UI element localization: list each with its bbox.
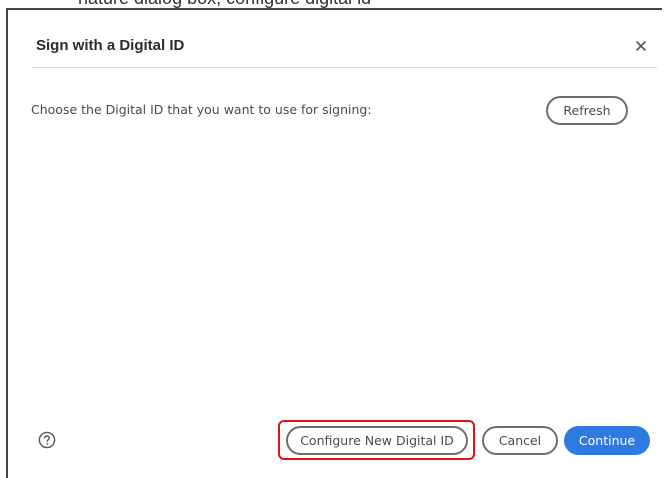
sign-digital-id-dialog: Sign with a Digital ID Choose the Digita… (6, 8, 662, 478)
continue-button[interactable]: Continue (564, 426, 650, 455)
help-icon[interactable] (38, 431, 56, 449)
refresh-button[interactable]: Refresh (546, 96, 628, 125)
dialog-title: Sign with a Digital ID (36, 37, 185, 54)
cancel-button[interactable]: Cancel (482, 426, 558, 455)
title-divider (32, 67, 657, 68)
close-icon[interactable] (632, 37, 650, 55)
screenshot-stage: nature dialog box, configure digital id … (0, 0, 664, 478)
choose-digital-id-prompt: Choose the Digital ID that you want to u… (31, 102, 372, 117)
configure-new-digital-id-button[interactable]: Configure New Digital ID (286, 426, 468, 455)
